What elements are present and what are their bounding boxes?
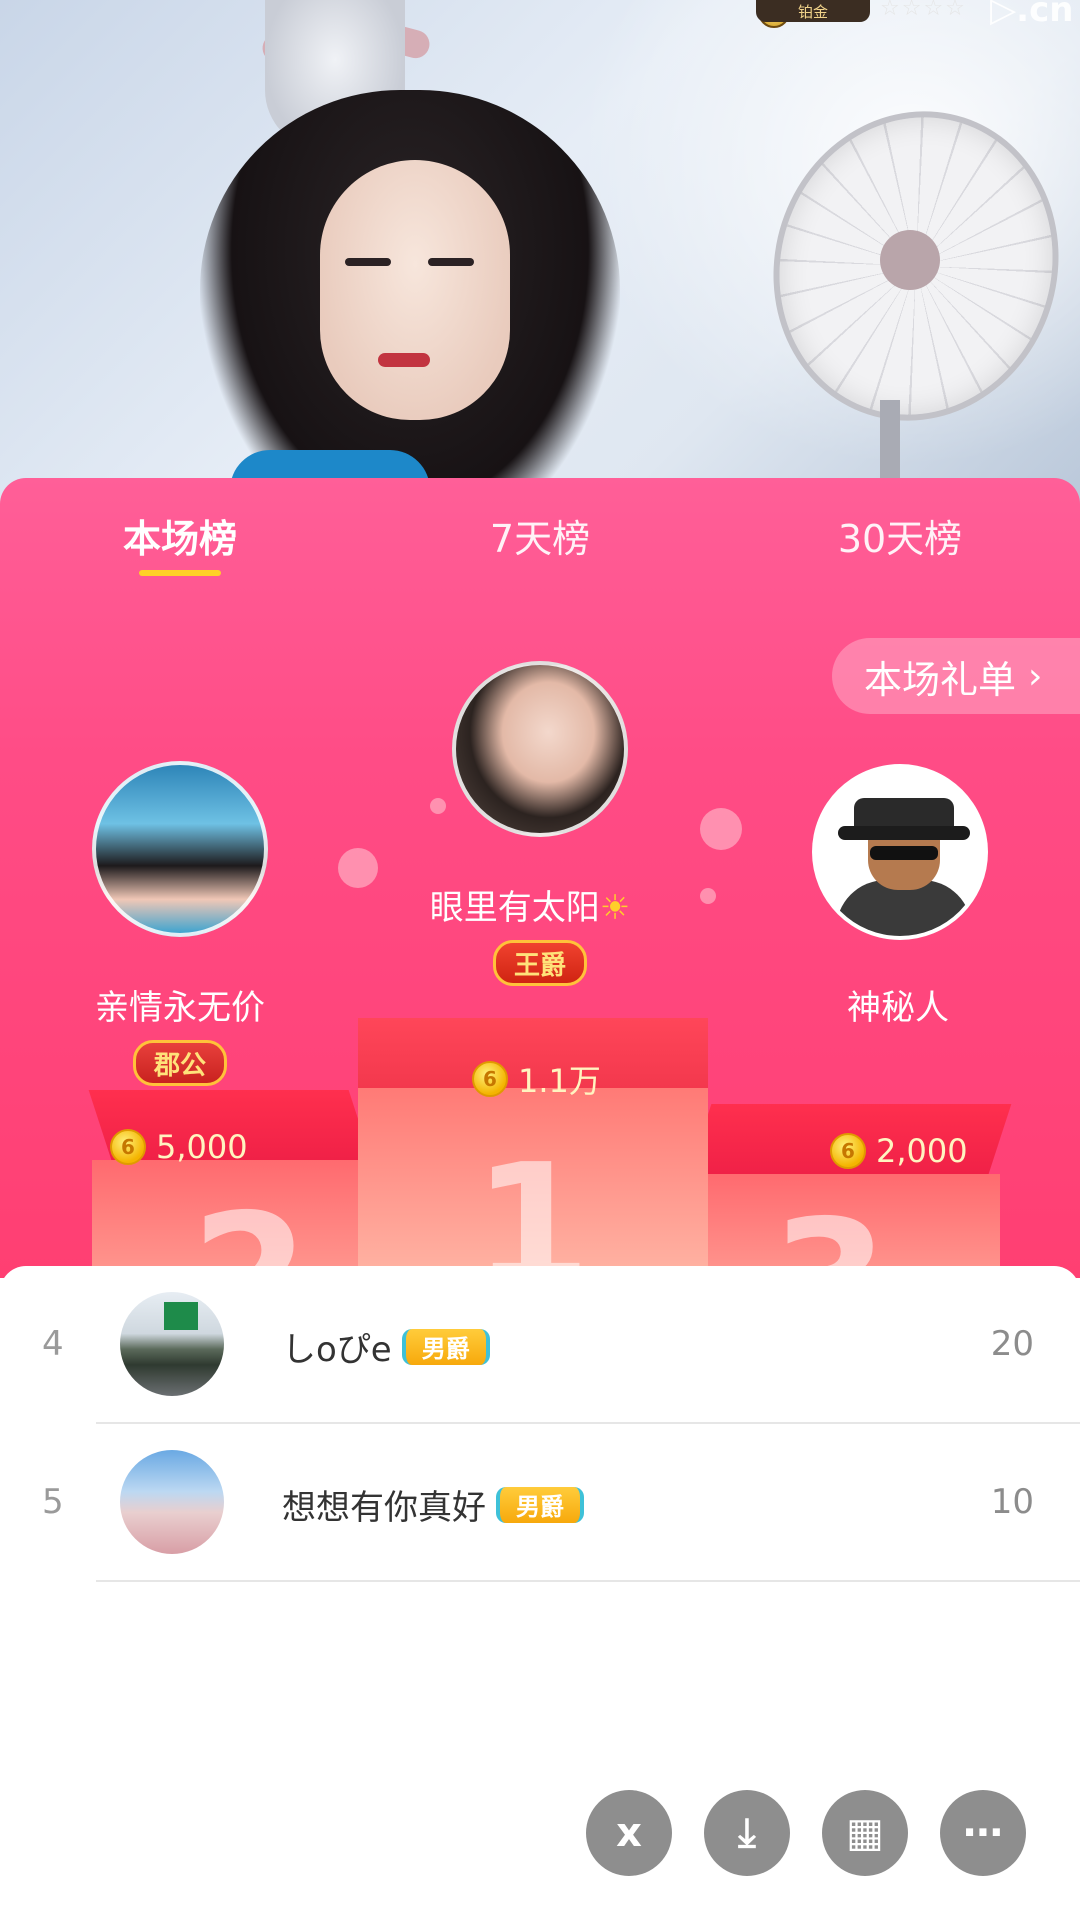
level-badge: 铂金 <box>756 0 870 22</box>
first-name-text: 眼里有太阳 <box>429 888 600 928</box>
podium-place-third: 3 <box>771 1184 889 1278</box>
ranking-panel: 本场榜 7天榜 30天榜 本场礼单 › 1 2 3 眼里有太阳☀ 王爵 6 1.… <box>0 478 1080 1278</box>
user-name-text: 想想有你真好 <box>282 1488 486 1528</box>
first-score-value: 1.1万 <box>518 1062 601 1100</box>
first-name[interactable]: 眼里有太阳☀ <box>430 880 630 929</box>
lips <box>378 353 430 367</box>
level-label: 铂金 <box>797 2 828 21</box>
grid-icon: ▦ <box>846 1810 884 1856</box>
mystery-face <box>868 836 940 890</box>
second-score: 6 5,000 <box>110 1128 248 1166</box>
podium-place-second: 2 <box>190 1178 310 1278</box>
avatar-first[interactable] <box>452 661 628 837</box>
road-sign <box>164 1302 198 1330</box>
first-noble-badge: 王爵 <box>492 940 588 986</box>
decor-bubble <box>430 798 446 814</box>
coin-icon: 6 <box>830 1133 866 1169</box>
ranking-tabs: 本场榜 7天榜 30天榜 <box>0 508 1080 588</box>
share-icon: ⅹ <box>616 1810 642 1856</box>
second-name[interactable]: 亲情永无价 <box>95 980 265 1029</box>
eye <box>428 258 474 266</box>
podium-place-first: 1 <box>472 1128 592 1278</box>
decor-bubble <box>700 888 716 904</box>
gift-list-button[interactable]: 本场礼单 › <box>832 638 1080 714</box>
list-item[interactable]: 5 想想有你真好 男爵 10 <box>0 1424 1080 1582</box>
noble-badge: 男爵 <box>496 1486 584 1523</box>
third-name[interactable]: 神秘人 <box>847 980 949 1029</box>
third-score: 6 2,000 <box>830 1132 968 1170</box>
second-score-value: 5,000 <box>156 1128 248 1166</box>
tab-30-days[interactable]: 30天榜 <box>838 508 962 563</box>
third-score-value: 2,000 <box>876 1132 968 1170</box>
tab-indicator <box>139 570 221 576</box>
avatar[interactable] <box>120 1292 224 1396</box>
first-score: 6 1.1万 <box>472 1056 601 1102</box>
star-rating-icon: ☆☆☆☆ <box>880 0 967 21</box>
user-name-text: しoぴe <box>282 1330 392 1370</box>
list-item[interactable]: 4 しoぴe 男爵 20 <box>0 1266 1080 1424</box>
tab-this-show[interactable]: 本场榜 <box>123 508 237 563</box>
rank-number: 4 <box>42 1324 64 1364</box>
share-button[interactable]: ⅹ <box>586 1790 672 1876</box>
contribution-value: 20 <box>990 1324 1034 1364</box>
gift-list-label: 本场礼单 <box>864 657 1017 702</box>
tab-7-days[interactable]: 7天榜 <box>490 508 590 563</box>
decor-bubble <box>700 808 742 850</box>
rank-number: 5 <box>42 1482 64 1522</box>
more-icon: ⋯ <box>963 1810 1003 1856</box>
download-button[interactable]: ⤓ <box>704 1790 790 1876</box>
fan-center <box>880 230 940 290</box>
ranking-list: 4 しoぴe 男爵 20 5 想想有你真好 男爵 10 <box>0 1266 1080 1920</box>
noble-badge: 男爵 <box>401 1328 490 1365</box>
streamer-face <box>320 160 510 420</box>
hat-brim <box>838 826 970 840</box>
avatar-third[interactable] <box>812 764 988 940</box>
live-video: 铂金 ☆☆☆☆ ▷.cn <box>0 0 1080 520</box>
watermark: ▷.cn <box>990 0 1074 30</box>
second-noble-badge: 郡公 <box>132 1040 228 1086</box>
grid-button[interactable]: ▦ <box>822 1790 908 1876</box>
more-button[interactable]: ⋯ <box>940 1790 1026 1876</box>
download-icon: ⤓ <box>738 1810 756 1856</box>
coin-icon: 6 <box>110 1129 146 1165</box>
divider <box>96 1580 1080 1582</box>
chevron-right-icon: › <box>1028 655 1043 697</box>
user-name: しoぴe 男爵 <box>282 1322 490 1371</box>
sun-icon: ☀ <box>599 888 631 928</box>
decor-bubble <box>338 848 378 888</box>
coin-icon: 6 <box>472 1061 508 1097</box>
avatar-second[interactable] <box>92 761 268 937</box>
avatar[interactable] <box>120 1450 224 1554</box>
contribution-value: 10 <box>990 1482 1034 1522</box>
user-name: 想想有你真好 男爵 <box>282 1480 584 1529</box>
eye <box>345 258 391 266</box>
sunglasses <box>870 846 938 860</box>
